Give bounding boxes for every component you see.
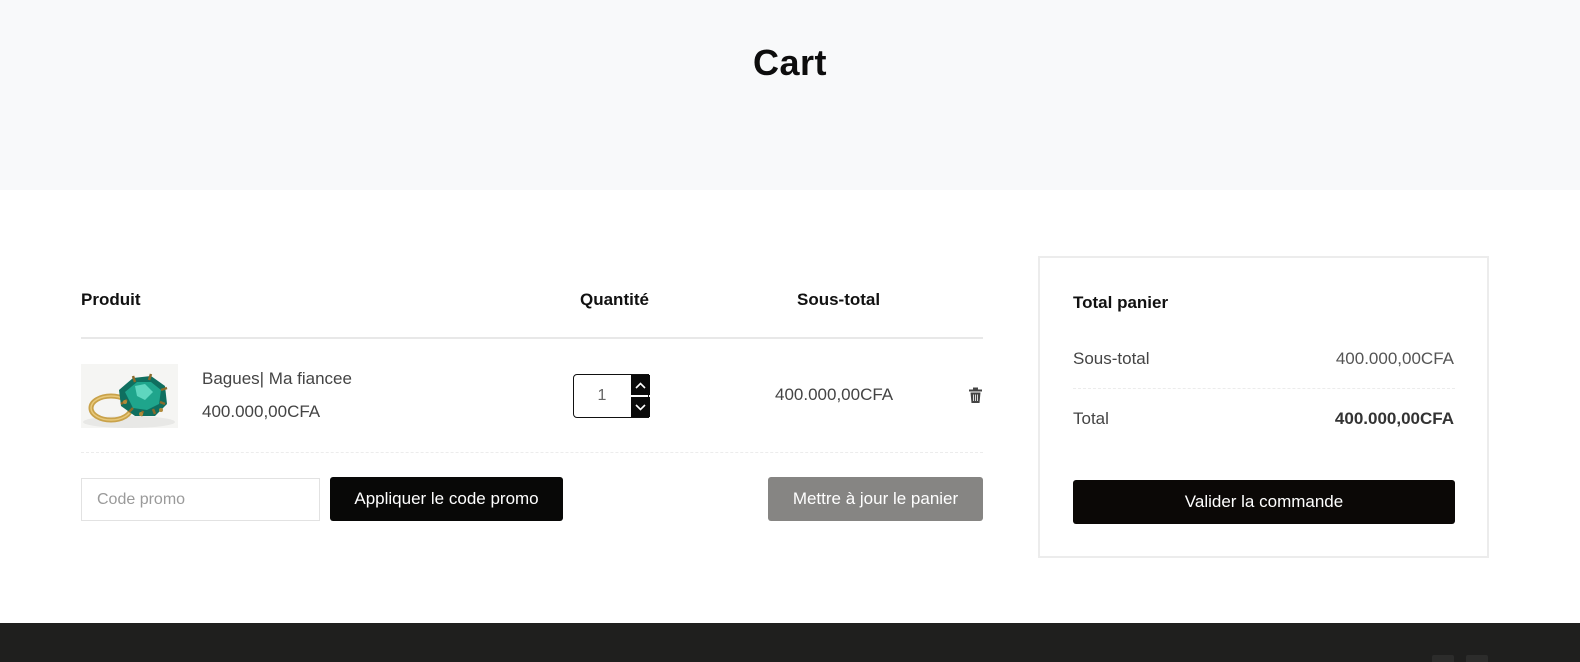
column-header-quantity: Quantité [580,290,649,309]
remove-item-button[interactable] [968,387,983,404]
totals-subtotal-value: 400.000,00CFA [1335,349,1454,368]
quantity-stepper [573,374,650,418]
trash-icon [969,387,982,403]
row-subtotal: 400.000,00CFA [775,385,894,404]
quantity-decrement-button[interactable] [631,397,650,417]
totals-total-label: Total [1073,409,1109,428]
totals-subtotal-label: Sous-total [1073,349,1150,368]
site-footer [0,623,1580,662]
footer-icon-1[interactable] [1432,655,1454,662]
chevron-down-icon [635,403,646,411]
column-header-product: Produit [81,290,141,309]
apply-promo-button[interactable]: Appliquer le code promo [330,477,563,521]
page-title: Cart [752,42,828,83]
footer-icon-2[interactable] [1466,655,1488,662]
cart-totals-title: Total panier [1073,293,1169,312]
update-cart-button[interactable]: Mettre à jour le panier [768,477,983,521]
column-header-subtotal: Sous-total [797,290,881,309]
quantity-increment-button[interactable] [631,375,650,395]
page-header: Cart [0,0,1580,190]
product-price: 400.000,00CFA [202,402,321,421]
product-name-link[interactable]: Bagues| Ma fiancee [202,369,352,389]
promo-code-input[interactable] [81,478,320,521]
product-image[interactable] [81,364,178,428]
ring-product-image [81,364,178,428]
totals-total-value: 400.000,00CFA [1334,409,1454,428]
cart-totals-panel: Total panier Sous-total 400.000,00CFA To… [1038,256,1489,558]
totals-divider [1073,388,1455,389]
quantity-input[interactable] [574,375,630,417]
header-divider [81,337,983,339]
chevron-up-icon [635,381,646,389]
checkout-button[interactable]: Valider la commande [1073,480,1455,524]
row-divider [81,452,983,453]
